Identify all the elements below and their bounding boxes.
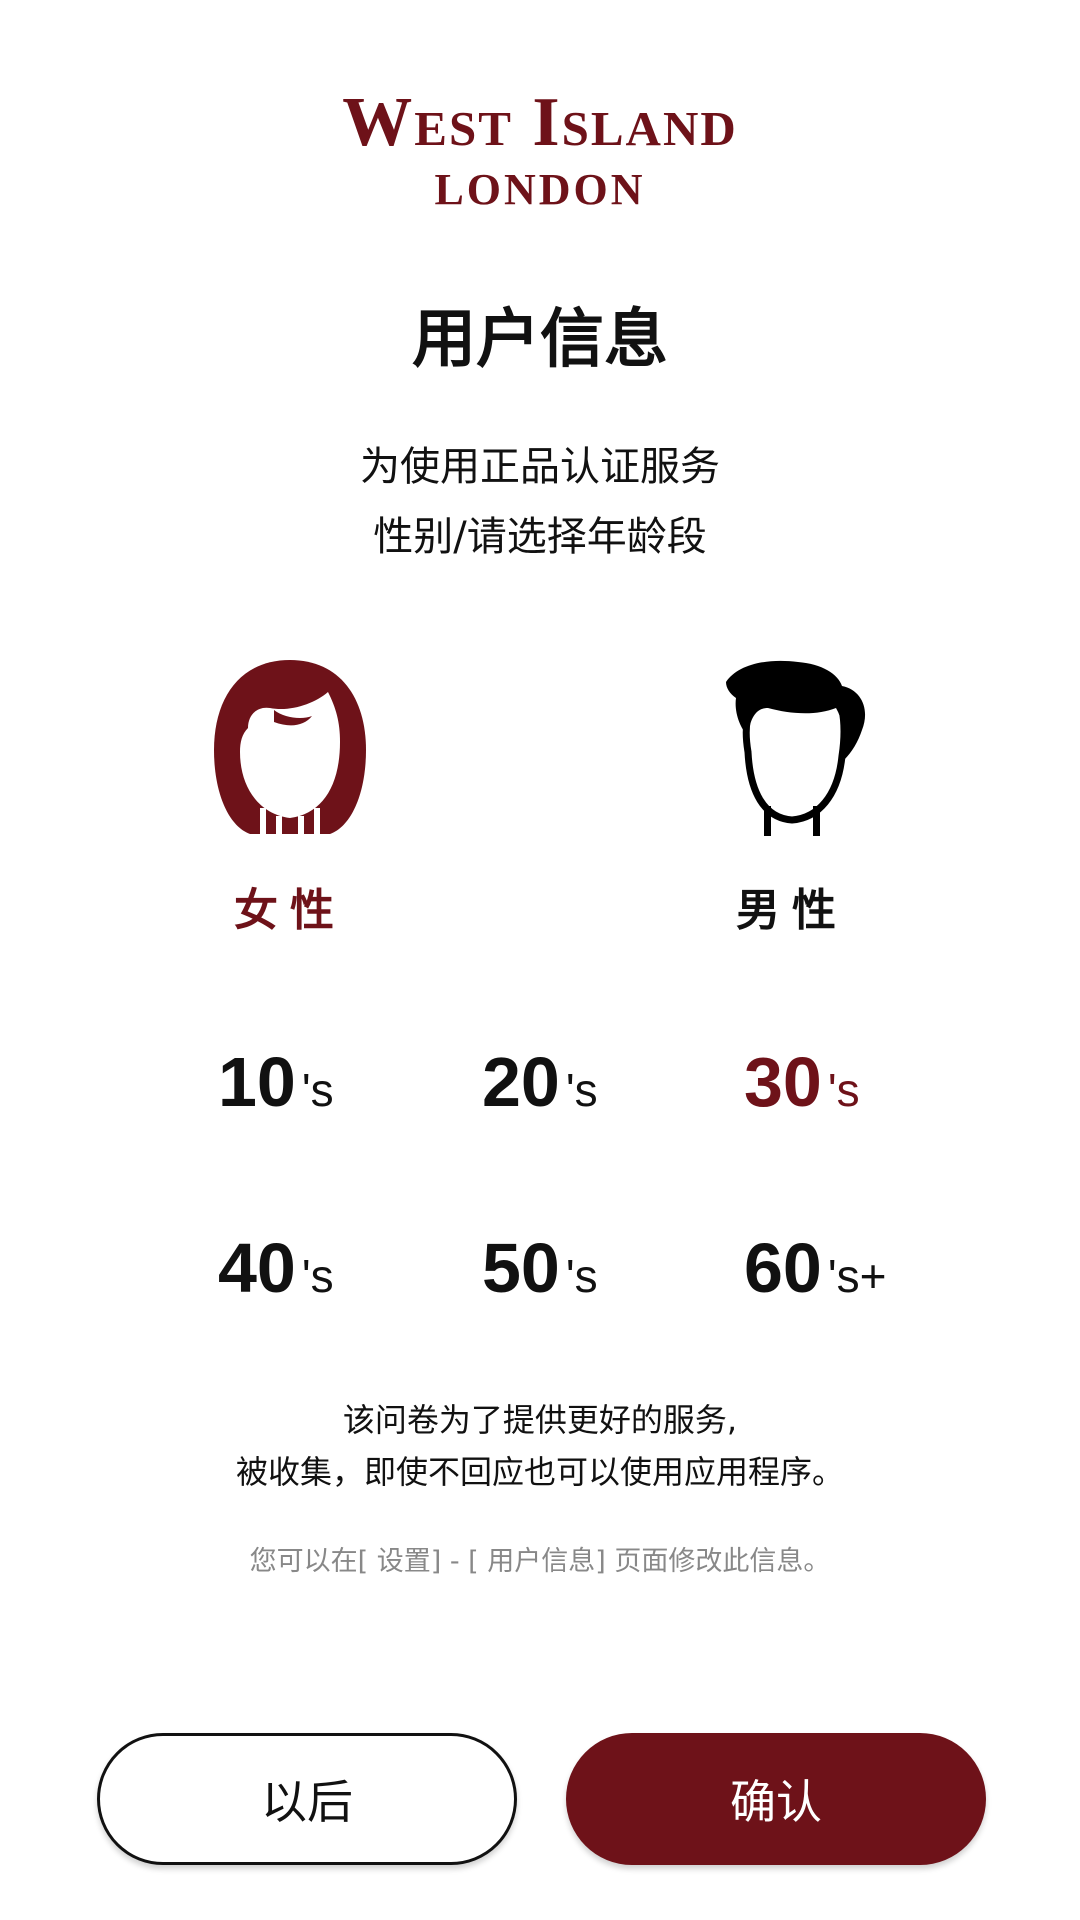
gender-label-male: 男性 (736, 885, 848, 936)
gender-label-female: 女性 (234, 885, 346, 936)
age-option-40s[interactable]: 40's (218, 1228, 418, 1327)
survey-note-line-1: 该问卷为了提供更好的服务, (342, 1401, 738, 1439)
male-avatar-icon (726, 660, 866, 836)
gender-option-male[interactable]: 男性 (672, 656, 912, 938)
age-suffix: 's (827, 1064, 860, 1116)
age-suffix: 's (565, 1250, 598, 1302)
age-number: 40 (218, 1229, 296, 1307)
age-suffix: 's (301, 1250, 334, 1302)
age-number: 10 (218, 1043, 296, 1121)
subtitle-line-1: 为使用正品认证服务 (360, 444, 720, 490)
page-title: 用户信息 (412, 303, 668, 377)
logo-city: LONDON (434, 165, 646, 214)
subtitle-line-2: 性别/请选择年龄段 (373, 514, 707, 560)
age-number: 50 (482, 1229, 560, 1307)
settings-hint: 您可以在[ 设置] - [ 用户信息] 页面修改此信息。 (249, 1546, 831, 1577)
age-suffix: 's+ (827, 1250, 887, 1302)
later-button[interactable]: 以后 (97, 1733, 517, 1865)
logo-brand-name: West Island (342, 84, 738, 161)
age-option-20s[interactable]: 20's (482, 1042, 682, 1141)
gender-option-female[interactable]: 女性 (170, 656, 410, 938)
age-option-30s[interactable]: 30's (744, 1042, 944, 1141)
age-number: 60 (744, 1229, 822, 1307)
age-number: 20 (482, 1043, 560, 1121)
age-suffix: 's (301, 1064, 334, 1116)
age-option-60s-plus[interactable]: 60's+ (744, 1228, 944, 1327)
age-suffix: 's (565, 1064, 598, 1116)
age-option-50s[interactable]: 50's (482, 1228, 682, 1327)
age-number: 30 (744, 1043, 822, 1121)
age-option-10s[interactable]: 10's (218, 1042, 418, 1141)
female-avatar-icon (214, 660, 366, 836)
survey-note-line-2: 被收集，即使不回应也可以使用应用程序。 (235, 1453, 844, 1491)
brand-logo: West Island LONDON (0, 84, 1080, 216)
confirm-button[interactable]: 确认 (566, 1733, 986, 1865)
